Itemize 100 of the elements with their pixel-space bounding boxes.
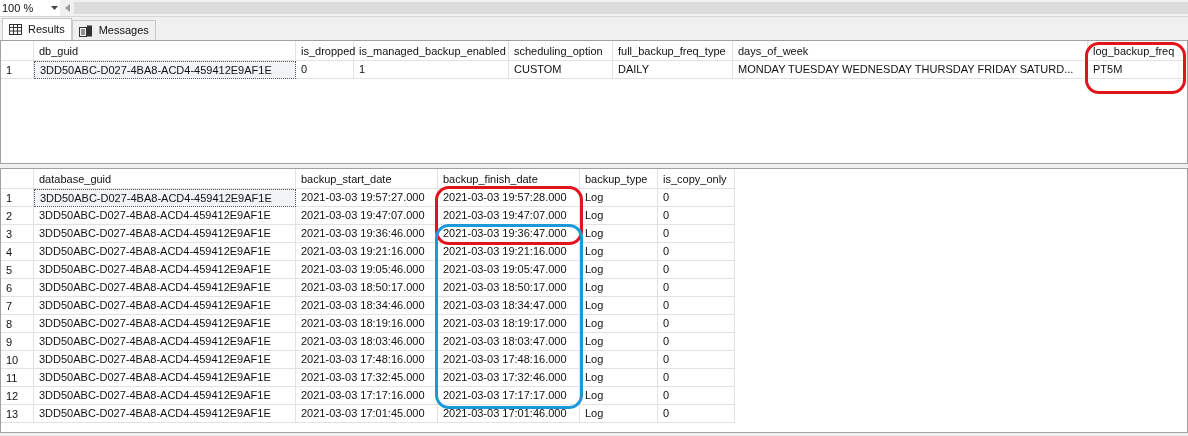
table-cell: PT5M [1088, 61, 1187, 79]
table-cell: 0 [658, 351, 735, 369]
table-cell: 3DD50ABC-D027-4BA8-ACD4-459412E9AF1E [34, 333, 296, 351]
row-number: 12 [1, 387, 34, 405]
column-header[interactable]: is_copy_only [658, 169, 735, 189]
table-cell: 3DD50ABC-D027-4BA8-ACD4-459412E9AF1E [34, 405, 296, 423]
table-cell: 0 [658, 225, 735, 243]
table-cell: 0 [658, 387, 735, 405]
row-number: 6 [1, 279, 34, 297]
table-cell: 3DD50ABC-D027-4BA8-ACD4-459412E9AF1E [34, 387, 296, 405]
table-cell: 3DD50ABC-D027-4BA8-ACD4-459412E9AF1E [34, 297, 296, 315]
table-cell: 2021-03-03 19:36:46.000 [296, 225, 438, 243]
table-cell: 2021-03-03 17:17:17.000 [438, 387, 580, 405]
table-cell: 0 [658, 207, 735, 225]
table-cell: Log [580, 405, 658, 423]
column-header[interactable]: backup_finish_date [438, 169, 580, 189]
table-cell: 1 [354, 61, 509, 79]
table-cell: Log [580, 243, 658, 261]
row-number: 8 [1, 315, 34, 333]
table-cell: 2021-03-03 17:32:45.000 [296, 369, 438, 387]
table-cell: 2021-03-03 18:34:46.000 [296, 297, 438, 315]
column-header[interactable]: is_dropped [296, 41, 354, 61]
table-cell: 0 [658, 189, 735, 207]
table-cell: 3DD50ABC-D027-4BA8-ACD4-459412E9AF1E [34, 315, 296, 333]
table-cell: 3DD50ABC-D027-4BA8-ACD4-459412E9AF1E [34, 207, 296, 225]
table-cell: 2021-03-03 19:47:07.000 [296, 207, 438, 225]
table-cell: 0 [658, 315, 735, 333]
row-number: 5 [1, 261, 34, 279]
table-cell: 2021-03-03 17:01:46.000 [438, 405, 580, 423]
table-cell: 2021-03-03 17:17:16.000 [296, 387, 438, 405]
column-header[interactable]: backup_type [580, 169, 658, 189]
table-cell: 2021-03-03 18:19:16.000 [296, 315, 438, 333]
table-cell: Log [580, 387, 658, 405]
results-tab[interactable]: Results [2, 18, 72, 40]
caret-icon [51, 6, 58, 10]
table-cell: 2021-03-03 19:36:47.000 [438, 225, 580, 243]
table-cell: 2021-03-03 18:50:17.000 [438, 279, 580, 297]
row-number: 11 [1, 369, 34, 387]
table-cell: 0 [658, 279, 735, 297]
results-tab[interactable]: Messages [71, 20, 156, 40]
grid-icon [9, 24, 22, 35]
table-cell: 2021-03-03 19:21:16.000 [296, 243, 438, 261]
table-cell: Log [580, 369, 658, 387]
table-cell: 3DD50ABC-D027-4BA8-ACD4-459412E9AF1E [34, 351, 296, 369]
table-cell: 2021-03-03 18:34:47.000 [438, 297, 580, 315]
table-cell: 3DD50ABC-D027-4BA8-ACD4-459412E9AF1E [34, 189, 296, 207]
table-cell: 3DD50ABC-D027-4BA8-ACD4-459412E9AF1E [34, 261, 296, 279]
table-cell: 0 [658, 297, 735, 315]
table-cell: MONDAY TUESDAY WEDNESDAY THURSDAY FRIDAY SATURD... [733, 61, 1088, 79]
table-cell: 0 [658, 261, 735, 279]
table-cell: 0 [296, 61, 354, 79]
row-number: 7 [1, 297, 34, 315]
table-cell: 0 [658, 369, 735, 387]
table-cell: 2021-03-03 19:47:07.000 [438, 207, 580, 225]
table-cell: Log [580, 279, 658, 297]
column-header[interactable]: is_managed_backup_enabled [354, 41, 509, 61]
column-header[interactable]: full_backup_freq_type [613, 41, 733, 61]
row-number: 3 [1, 225, 34, 243]
grid-corner[interactable] [1, 41, 34, 61]
table-cell: 2021-03-03 18:19:17.000 [438, 315, 580, 333]
grid-corner[interactable] [1, 169, 34, 189]
table-cell: 3DD50ABC-D027-4BA8-ACD4-459412E9AF1E [34, 279, 296, 297]
column-header[interactable]: backup_start_date [296, 169, 438, 189]
table-cell: 0 [658, 333, 735, 351]
table-cell: Log [580, 297, 658, 315]
table-cell: Log [580, 207, 658, 225]
table-cell: 2021-03-03 18:03:46.000 [296, 333, 438, 351]
row-number: 13 [1, 405, 34, 423]
scroll-left-icon[interactable] [65, 4, 70, 12]
row-number: 4 [1, 243, 34, 261]
table-cell: 0 [658, 243, 735, 261]
table-cell: 2021-03-03 17:48:16.000 [296, 351, 438, 369]
column-header[interactable]: log_backup_freq [1088, 41, 1187, 61]
table-cell: 2021-03-03 19:57:28.000 [438, 189, 580, 207]
row-number: 2 [1, 207, 34, 225]
table-cell: 2021-03-03 18:50:17.000 [296, 279, 438, 297]
table-cell: 2021-03-03 18:03:47.000 [438, 333, 580, 351]
table-cell: 2021-03-03 17:32:46.000 [438, 369, 580, 387]
table-cell: 0 [658, 405, 735, 423]
table-cell: Log [580, 351, 658, 369]
table-cell: 2021-03-03 19:21:16.000 [438, 243, 580, 261]
column-header[interactable]: scheduling_option [509, 41, 613, 61]
table-cell: 3DD50ABC-D027-4BA8-ACD4-459412E9AF1E [34, 225, 296, 243]
document-icon [78, 24, 93, 37]
table-cell: 3DD50ABC-D027-4BA8-ACD4-459412E9AF1E [34, 369, 296, 387]
table-cell: 3DD50ABC-D027-4BA8-ACD4-459412E9AF1E [34, 243, 296, 261]
table-cell: Log [580, 225, 658, 243]
table-cell: Log [580, 315, 658, 333]
table-cell: 2021-03-03 19:05:46.000 [296, 261, 438, 279]
table-cell: 2021-03-03 19:57:27.000 [296, 189, 438, 207]
table-cell: Log [580, 189, 658, 207]
table-cell: 2021-03-03 17:48:16.000 [438, 351, 580, 369]
table-cell: Log [580, 333, 658, 351]
table-cell: 2021-03-03 19:05:47.000 [438, 261, 580, 279]
row-number: 9 [1, 333, 34, 351]
column-header[interactable]: days_of_week [733, 41, 1088, 61]
table-cell: 3DD50ABC-D027-4BA8-ACD4-459412E9AF1E [34, 61, 296, 79]
row-number: 10 [1, 351, 34, 369]
zoom-dropdown[interactable]: 100 % [0, 0, 60, 16]
table-cell: 2021-03-03 17:01:45.000 [296, 405, 438, 423]
